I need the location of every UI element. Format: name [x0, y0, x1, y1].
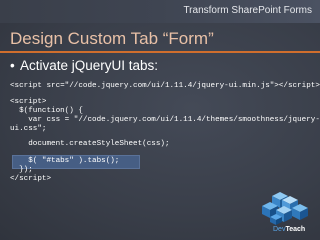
brand-logo-text: DevTeach	[273, 226, 305, 233]
code-line-7: $( "#tabs" ).tabs();	[10, 157, 120, 165]
slide-title: Design Custom Tab “Form”	[10, 29, 214, 48]
code-line-4: var css = "//code.jquery.com/ui/1.11.4/t…	[10, 116, 320, 124]
deck-title: Transform SharePoint Forms	[183, 5, 312, 16]
code-line-5: ui.css";	[10, 125, 47, 133]
code-line-3: $(function() {	[10, 107, 83, 115]
code-line-1: <script src="//code.jquery.com/ui/1.11.4…	[10, 82, 320, 90]
code-line-2: <script>	[10, 98, 47, 106]
code-line-8: });	[10, 166, 33, 174]
bullet-text: Activate jQueryUI tabs:	[20, 58, 159, 73]
brand-prefix: Dev	[273, 226, 286, 233]
title-divider	[0, 51, 320, 53]
brand-suffix: Teach	[285, 226, 306, 233]
bullet-item: • Activate jQueryUI tabs:	[10, 58, 158, 73]
header-strip: Transform SharePoint Forms	[0, 0, 320, 23]
slide: Transform SharePoint Forms Design Custom…	[0, 0, 320, 240]
bullet-dot: •	[10, 58, 15, 73]
code-line-6: document.createStyleSheet(css);	[10, 140, 170, 148]
code-line-9: </script>	[10, 175, 52, 183]
